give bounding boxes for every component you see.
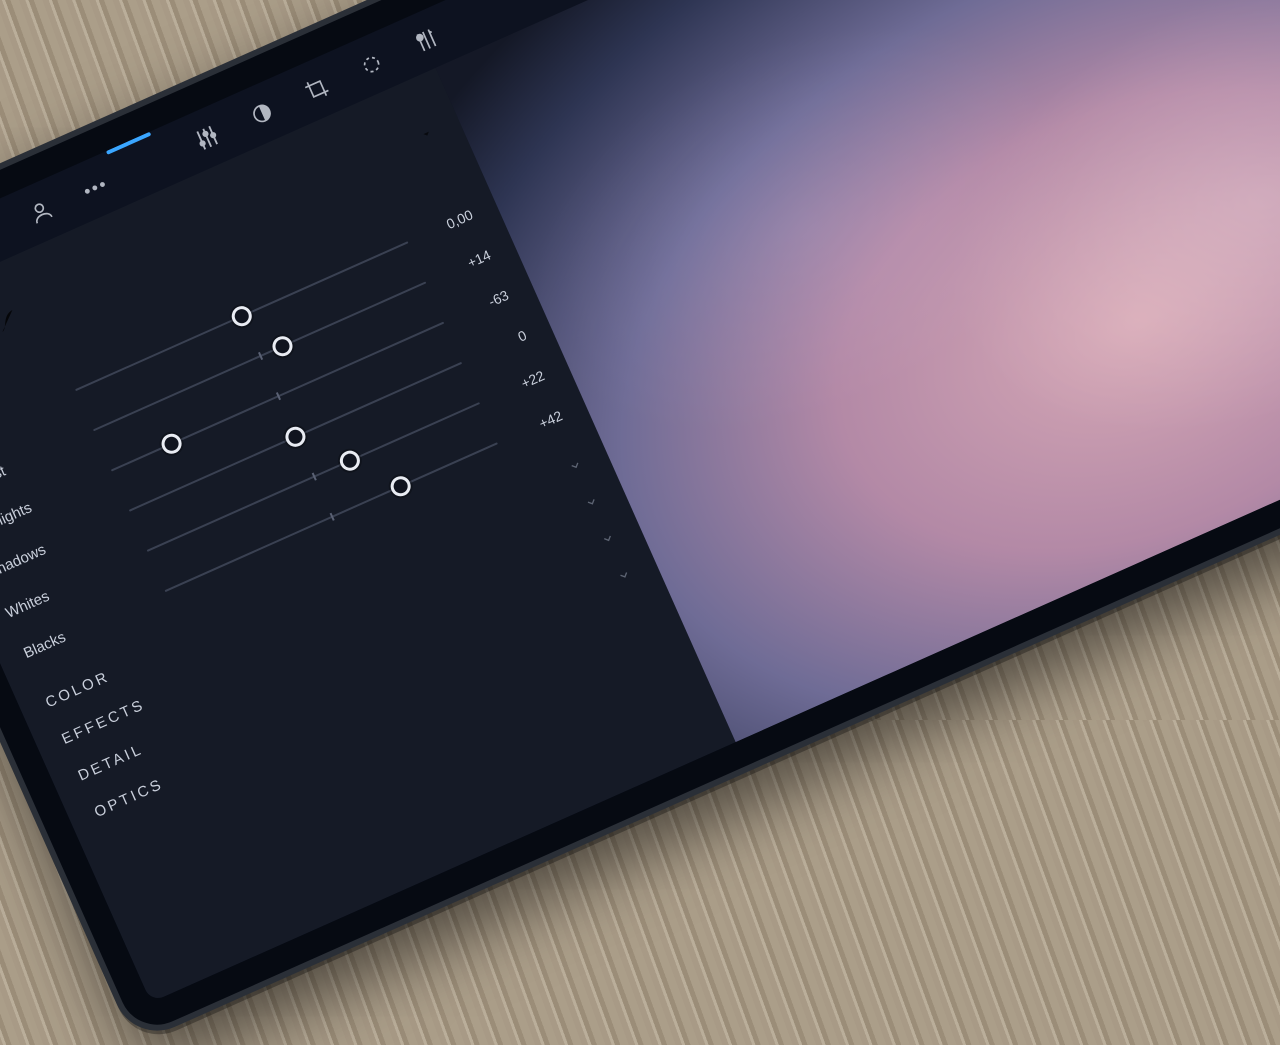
- tone-curve-button[interactable]: [0, 304, 27, 342]
- more-button[interactable]: •••: [76, 168, 116, 208]
- slider-handle[interactable]: [158, 431, 184, 457]
- slider-value: +22: [489, 367, 547, 404]
- slider-handle[interactable]: [229, 303, 255, 329]
- chevron-right-icon: [581, 491, 604, 516]
- slider-handle[interactable]: [388, 473, 414, 499]
- tablet-device: •••: [0, 0, 1280, 1045]
- reset-button[interactable]: [0, 216, 6, 256]
- slider-handle[interactable]: [270, 333, 296, 359]
- slider-value: +42: [507, 407, 565, 444]
- mask-mode-button[interactable]: [242, 94, 282, 134]
- slider-value: 0,00: [418, 206, 476, 243]
- crop-mode-button[interactable]: [297, 69, 337, 109]
- slider-handle[interactable]: [337, 447, 363, 473]
- adjust-mode-button[interactable]: [187, 118, 227, 158]
- slider-value: -63: [453, 287, 511, 324]
- slider-value: +14: [435, 247, 493, 284]
- healing-mode-button[interactable]: [352, 45, 392, 85]
- chevron-right-icon: [614, 564, 637, 589]
- chevron-right-icon: [565, 455, 588, 480]
- expand-caret-icon[interactable]: [415, 122, 441, 150]
- chevron-right-icon: [597, 528, 620, 553]
- active-mode-indicator: [106, 132, 151, 155]
- person-crop-button[interactable]: [21, 192, 61, 232]
- preset-mode-button[interactable]: [407, 20, 447, 60]
- app-screen: •••: [0, 0, 1280, 1002]
- slider-value: 0: [471, 327, 529, 364]
- slider-handle[interactable]: [282, 424, 308, 450]
